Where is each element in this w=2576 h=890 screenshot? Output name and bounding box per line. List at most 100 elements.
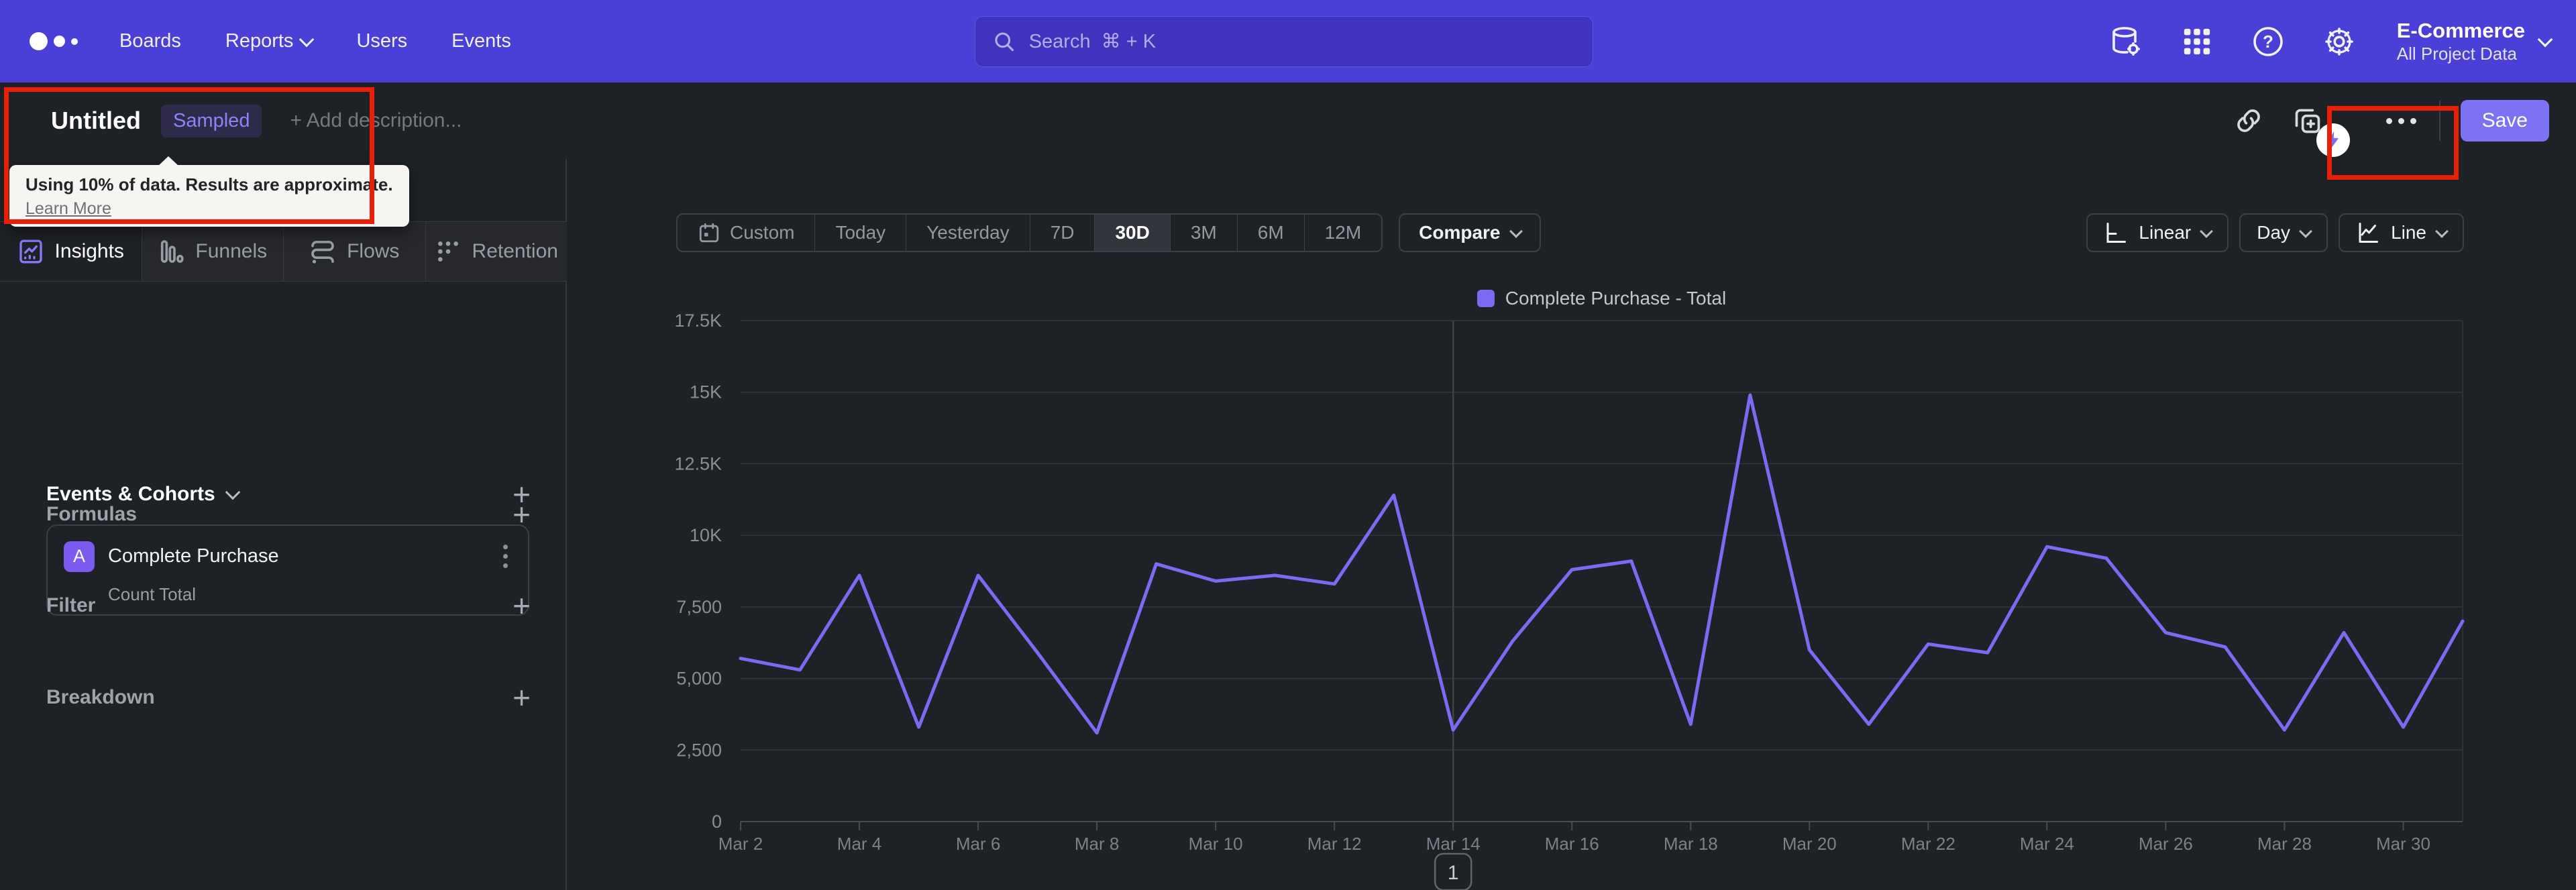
search-input[interactable] [1027, 30, 1575, 54]
series-line[interactable] [739, 393, 2465, 735]
add-description[interactable]: + Add description... [290, 109, 462, 132]
nav-item-reports[interactable]: Reports [225, 30, 315, 52]
line-chart-icon [2359, 223, 2379, 243]
project-scope: All Project Data [2396, 44, 2517, 64]
insights-icon [19, 239, 42, 263]
range-label: 7D [1050, 222, 1075, 243]
chart-type-label: Line [2391, 222, 2426, 243]
add-formula-button[interactable]: + [513, 499, 531, 530]
x-axis-tick-label: Mar 20 [1782, 834, 1837, 854]
x-axis-tick-label: Mar 18 [1664, 834, 1718, 854]
x-axis-tick-label: Mar 4 [837, 834, 881, 854]
tab-retention[interactable]: Retention [425, 222, 567, 281]
annotation-badge-label: 1 [1448, 862, 1459, 884]
tab-funnels[interactable]: Funnels [142, 222, 284, 281]
scale-label: Linear [2139, 222, 2192, 243]
y-axis-tick-label: 2,500 [676, 740, 722, 760]
range-today[interactable]: Today [815, 215, 907, 251]
logo-dot-large [30, 32, 48, 50]
range-label: 6M [1257, 222, 1284, 243]
logo-dot-small [71, 38, 78, 45]
compare-button[interactable]: Compare [1399, 213, 1541, 252]
range-yesterday[interactable]: Yesterday [906, 215, 1030, 251]
date-range-toolbar: Custom Today Yesterday 7D 30D 3M 6M 12M … [676, 213, 1541, 252]
y-axis-tick-label: 17.5K [674, 311, 722, 331]
insights-line-chart[interactable]: 0 2,500 5,000 7,500 10K 12.5K 15K 17.5K Mar 2 Mar… [567, 268, 2576, 890]
range-12m[interactable]: 12M [1305, 215, 1381, 251]
tab-flows[interactable]: Flows [284, 222, 426, 281]
nav-item-users[interactable]: Users [356, 30, 407, 52]
project-name: E-Commerce [2396, 18, 2525, 42]
y-axis-tick-label: 5,000 [676, 669, 722, 689]
chevron-down-icon [2299, 225, 2312, 238]
nav-items: Boards Reports Users Events [119, 30, 511, 52]
nav-item-label: Users [356, 30, 408, 52]
x-axis-tick-label: Mar 16 [1545, 834, 1599, 854]
nav-item-boards[interactable]: Boards [119, 30, 181, 52]
logo-dot-medium [54, 36, 65, 47]
scale-selector[interactable]: Linear [2086, 213, 2229, 252]
sampled-badge[interactable]: Sampled [160, 104, 262, 137]
breakdown-section: Breakdown + [46, 682, 531, 713]
x-axis-tick-label: Mar 12 [1307, 834, 1362, 854]
top-navbar: Boards Reports Users Events Search ⌘ + K… [0, 0, 2576, 82]
nav-item-events[interactable]: Events [451, 30, 511, 52]
y-axis-tick-label: 12.5K [674, 453, 722, 474]
tab-insights[interactable]: Insights [0, 222, 142, 281]
chevron-down-icon [1509, 225, 1523, 238]
apps-grid-icon[interactable] [2180, 24, 2214, 59]
range-label: 3M [1190, 222, 1217, 243]
help-icon[interactable]: ? [2251, 24, 2286, 59]
add-breakdown-button[interactable]: + [513, 682, 531, 713]
tooltip-text: Using 10% of data. Results are approxima… [25, 174, 393, 194]
report-header-bar: Untitled Sampled + Add description... Sa… [0, 82, 2576, 180]
range-label: 12M [1324, 222, 1362, 243]
save-button[interactable]: Save [2460, 100, 2549, 142]
chevron-down-icon[interactable] [225, 485, 241, 500]
more-options-icon[interactable] [2383, 111, 2419, 131]
nav-item-label: Boards [119, 30, 181, 52]
x-axis-tick-label: Mar 28 [2257, 834, 2312, 854]
copy-link-icon[interactable] [2231, 103, 2267, 139]
sampling-tooltip: Using 10% of data. Results are approxima… [9, 156, 409, 227]
tab-label: Insights [54, 239, 124, 262]
range-3m[interactable]: 3M [1171, 215, 1238, 251]
data-management-icon[interactable] [2108, 24, 2143, 59]
settings-gear-icon[interactable] [2322, 24, 2357, 59]
range-label: Today [835, 222, 886, 243]
tab-label: Flows [347, 240, 400, 262]
flows-icon [311, 241, 334, 264]
filter-section: Filter + [46, 590, 531, 621]
x-axis-tick-label: Mar 30 [2376, 834, 2430, 854]
range-6m[interactable]: 6M [1238, 215, 1305, 251]
add-filter-button[interactable]: + [513, 590, 531, 621]
filter-label: Filter [46, 594, 96, 617]
chart-display-toolbar: Linear Day Line [2086, 213, 2464, 252]
range-7d[interactable]: 7D [1030, 215, 1095, 251]
range-30d-selected[interactable]: 30D [1095, 215, 1171, 251]
x-axis-tick-label: Mar 22 [1901, 834, 1955, 854]
tooltip-learn-more-link[interactable]: Learn More [25, 199, 393, 219]
range-custom[interactable]: Custom [678, 215, 816, 251]
y-axis-tick-label: 10K [690, 525, 722, 545]
report-header-actions: Save [2231, 82, 2549, 180]
range-label: Yesterday [926, 222, 1010, 243]
x-axis-tick-label: Mar 6 [956, 834, 1000, 854]
chart-type-selector[interactable]: Line [2339, 213, 2464, 252]
search-icon [995, 32, 1014, 52]
event-options-icon[interactable] [499, 541, 512, 572]
range-label: 30D [1115, 222, 1150, 243]
y-axis-tick-label: 0 [712, 812, 722, 832]
toggle-knob [2316, 123, 2350, 157]
retention-icon [437, 241, 458, 262]
event-name[interactable]: Complete Purchase [108, 545, 279, 567]
report-title[interactable]: Untitled [51, 107, 141, 135]
chart-panel: Custom Today Yesterday 7D 30D 3M 6M 12M … [567, 159, 2576, 890]
chevron-down-icon [2537, 32, 2553, 47]
y-axis-tick-label: 7,500 [676, 597, 722, 617]
mixpanel-logo-icon[interactable] [30, 32, 78, 50]
search-bar[interactable] [975, 16, 1593, 67]
interval-selector[interactable]: Day [2239, 213, 2328, 252]
x-axis-tick-label: Mar 14 [1426, 834, 1481, 854]
project-switcher[interactable]: E-Commerce All Project Data [2396, 18, 2553, 65]
